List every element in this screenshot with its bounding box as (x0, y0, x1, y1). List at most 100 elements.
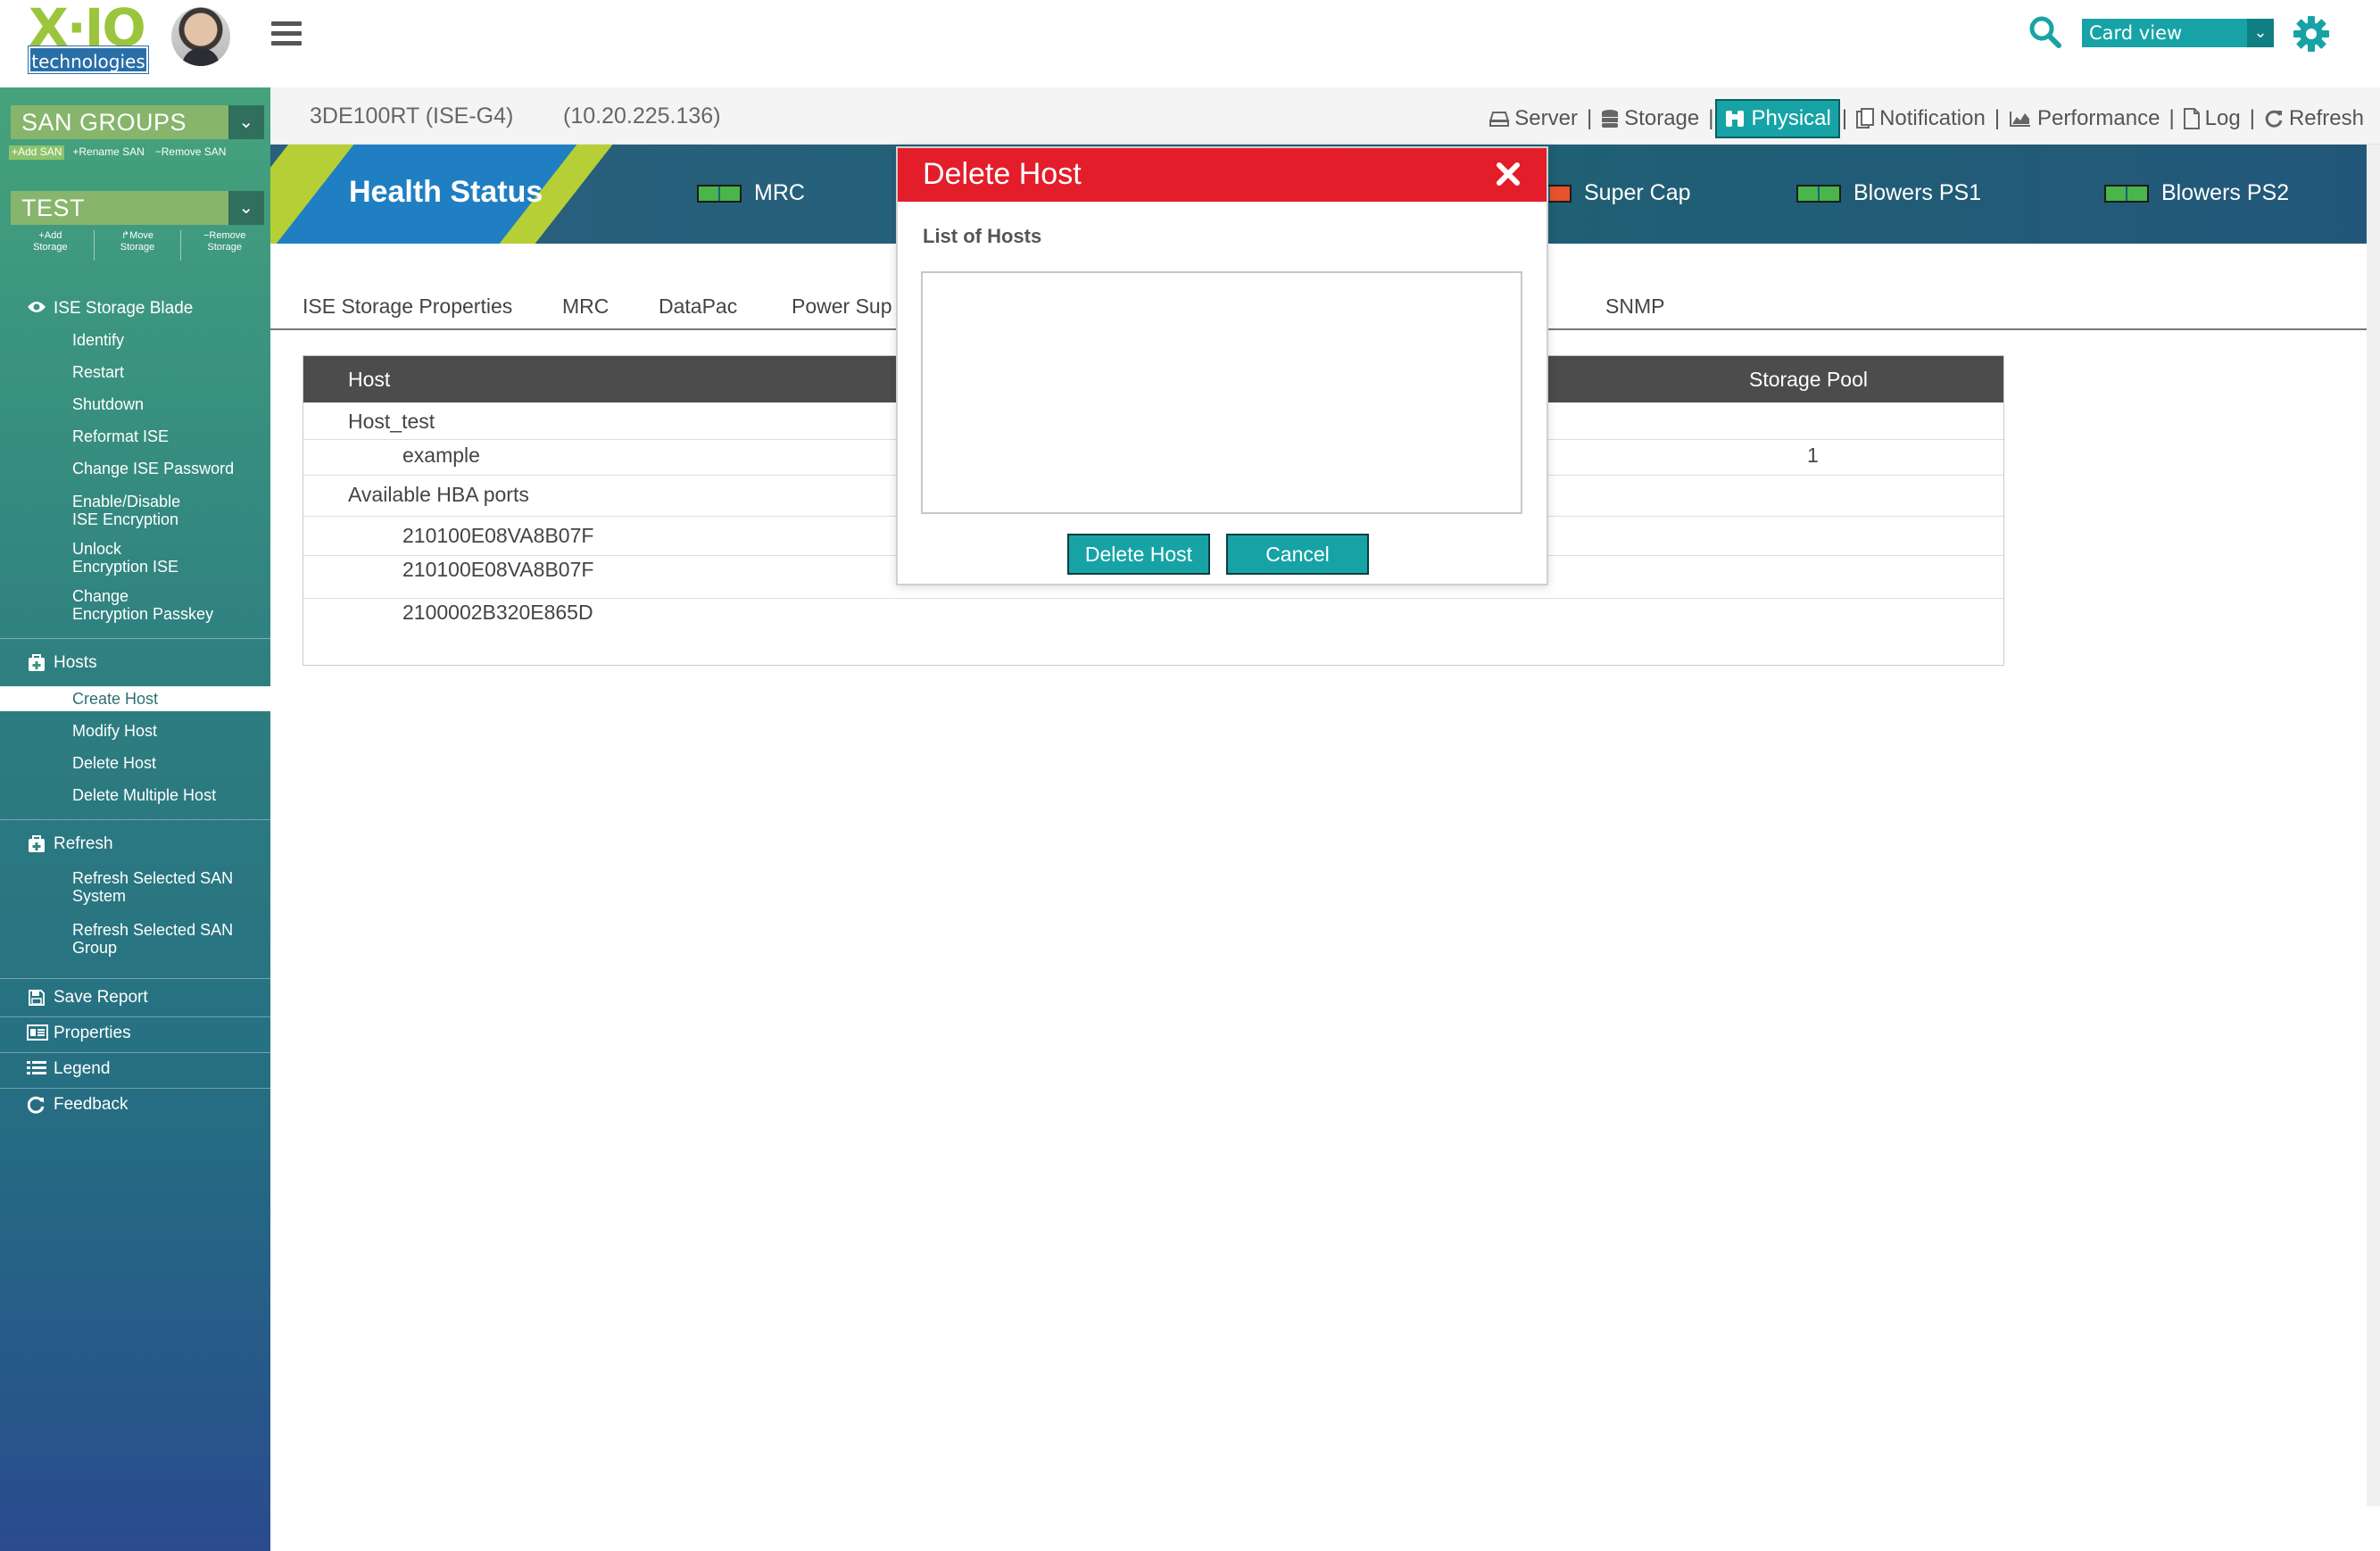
properties-label: Properties (54, 1024, 131, 1042)
tab-mrc[interactable]: MRC (562, 294, 609, 319)
dialog-title: Delete Host (923, 157, 1082, 191)
nav-server[interactable]: Server (1482, 99, 1585, 138)
table-row[interactable]: 2100002B320E865D (303, 599, 2003, 645)
health-item-label: Super Cap (1584, 180, 1691, 205)
sidebar-item-change-ise-password[interactable]: Change ISE Password (0, 460, 234, 477)
sidebar-item-unlock-encryption[interactable]: Unlock Encryption ISE (0, 540, 178, 576)
remove-san-button[interactable]: −Remove SAN (153, 145, 229, 160)
sidebar-item-delete-host[interactable]: Delete Host (0, 754, 156, 772)
nav-refresh-label: Refresh (2288, 106, 2364, 130)
chevron-down-icon: ⌄ (2247, 19, 2274, 47)
san-group-select[interactable]: SAN GROUPS ⌄ (11, 105, 264, 139)
nav-notification[interactable]: Notification (1849, 99, 1993, 138)
sidebar: SAN GROUPS ⌄ +Add SAN +Rename SAN −Remov… (0, 87, 270, 1551)
tab-datapac[interactable]: DataPac (659, 294, 737, 319)
close-icon[interactable] (1495, 161, 1522, 187)
sidebar-legend[interactable]: Legend (0, 1053, 270, 1085)
refresh-header[interactable]: Refresh (0, 828, 270, 860)
group-label: Group (72, 939, 118, 957)
save-icon (27, 989, 46, 1007)
sidebar-item-enable-disable-encryption[interactable]: Enable/Disable ISE Encryption (0, 493, 180, 528)
add-san-button[interactable]: +Add SAN (9, 145, 65, 160)
file-icon (2183, 108, 2200, 129)
remove-storage-label: −Remove (203, 230, 246, 241)
tab-snmp[interactable]: SNMP (1605, 294, 1664, 319)
add-storage-label-2: Storage (33, 242, 68, 253)
binoculars-icon (1726, 111, 1745, 127)
refresh-section-icon (27, 835, 46, 853)
sidebar-item-restart[interactable]: Restart (0, 363, 124, 381)
remove-storage-button[interactable]: −Remove Storage (181, 230, 268, 261)
database-icon (1602, 110, 1619, 128)
nav-physical-label: Physical (1751, 106, 1831, 130)
nav-performance[interactable]: Performance (2002, 99, 2167, 138)
change-label: Change (72, 587, 129, 605)
section-hosts: Hosts Create Host Modify Host Delete Hos… (0, 647, 270, 804)
gear-icon[interactable] (2292, 14, 2331, 54)
ise-storage-blade-header[interactable]: ISE Storage Blade (0, 293, 270, 325)
delete-host-button[interactable]: Delete Host (1067, 534, 1210, 575)
rename-san-button[interactable]: +Rename SAN (70, 145, 146, 160)
column-host[interactable]: Host (348, 368, 390, 392)
encryption-ise-label: Encryption ISE (72, 558, 179, 576)
host-cell: Available HBA ports (348, 483, 529, 506)
device-ip: (10.20.225.136) (563, 104, 721, 129)
user-avatar[interactable] (171, 7, 230, 66)
xio-logo[interactable]: X·IO technologies (27, 2, 152, 75)
health-item-blowers-ps1[interactable]: Blowers PS1 (1796, 180, 1981, 206)
area-chart-icon (2010, 112, 2031, 127)
hosts-header[interactable]: Hosts (0, 647, 270, 679)
sidebar-item-create-host[interactable]: Create Host (0, 686, 270, 711)
nav-physical[interactable]: Physical (1715, 99, 1840, 138)
nav-separator: | (2169, 106, 2175, 130)
nav-separator: | (1586, 106, 1593, 130)
refresh-san-label: Refresh Selected SAN (72, 869, 234, 887)
nav-storage[interactable]: Storage (1594, 99, 1706, 138)
health-item-mrc[interactable]: MRC (697, 180, 805, 206)
cancel-button[interactable]: Cancel (1226, 534, 1369, 575)
move-storage-button[interactable]: ↱Move Storage (95, 230, 182, 261)
health-item-blowers-ps2[interactable]: Blowers PS2 (2104, 180, 2289, 206)
tab-power-supply[interactable]: Power Sup (792, 294, 892, 319)
sidebar-feedback[interactable]: Feedback (0, 1089, 270, 1121)
add-storage-button[interactable]: +Add Storage (7, 230, 95, 261)
view-mode-value: Card view (2089, 22, 2183, 44)
remove-storage-label-2: Storage (207, 242, 242, 253)
san-actions: +Add SAN +Rename SAN −Remove SAN (9, 145, 268, 160)
refresh-label: Refresh (54, 834, 113, 853)
nav-separator: | (1708, 106, 1714, 130)
tab-ise-storage-properties[interactable]: ISE Storage Properties (303, 294, 512, 319)
sidebar-item-shutdown[interactable]: Shutdown (0, 395, 144, 413)
san-group-value: SAN GROUPS (21, 109, 187, 136)
device-name: 3DE100RT (ISE-G4) (310, 104, 514, 129)
host-cell: 2100002B320E865D (402, 601, 593, 624)
sidebar-item-modify-host[interactable]: Modify Host (0, 722, 157, 740)
menu-icon[interactable] (271, 21, 302, 48)
health-item-super-cap[interactable]: Super Cap (1527, 180, 1691, 206)
sidebar-item-change-encryption-passkey[interactable]: Change Encryption Passkey (0, 587, 213, 623)
hosts-label: Hosts (54, 653, 97, 672)
column-storage-pool[interactable]: Storage Pool (1749, 368, 1868, 392)
host-cell: 210100E08VA8B07F (402, 524, 594, 547)
sidebar-item-refresh-selected-san-system[interactable]: Refresh Selected SAN System (0, 869, 233, 905)
sidebar-item-identify[interactable]: Identify (0, 331, 124, 349)
dialog-header: Delete Host (898, 148, 1547, 202)
sidebar-item-delete-multiple-host[interactable]: Delete Multiple Host (0, 786, 216, 804)
enable-disable-label: Enable/Disable (72, 493, 181, 510)
hosts-listbox[interactable] (921, 271, 1522, 514)
health-item-label: Blowers PS2 (2161, 180, 2290, 205)
view-mode-select[interactable]: Card view ⌄ (2082, 19, 2274, 47)
system-label: System (72, 887, 127, 905)
health-item-label: Blowers PS1 (1853, 180, 1982, 205)
sidebar-save-report[interactable]: Save Report (0, 982, 270, 1014)
search-icon[interactable] (2028, 14, 2063, 50)
sidebar-item-refresh-selected-san-group[interactable]: Refresh Selected SAN Group (0, 921, 233, 957)
sidebar-item-reformat-ise[interactable]: Reformat ISE (0, 427, 169, 445)
page-scrollbar[interactable] (2367, 145, 2380, 1506)
unlock-label: Unlock (72, 540, 122, 558)
nav-refresh[interactable]: Refresh (2257, 99, 2371, 138)
nav-server-label: Server (1514, 106, 1578, 130)
storage-select[interactable]: TEST ⌄ (11, 191, 264, 225)
nav-log[interactable]: Log (2177, 99, 2248, 138)
sidebar-properties[interactable]: Properties (0, 1017, 270, 1049)
